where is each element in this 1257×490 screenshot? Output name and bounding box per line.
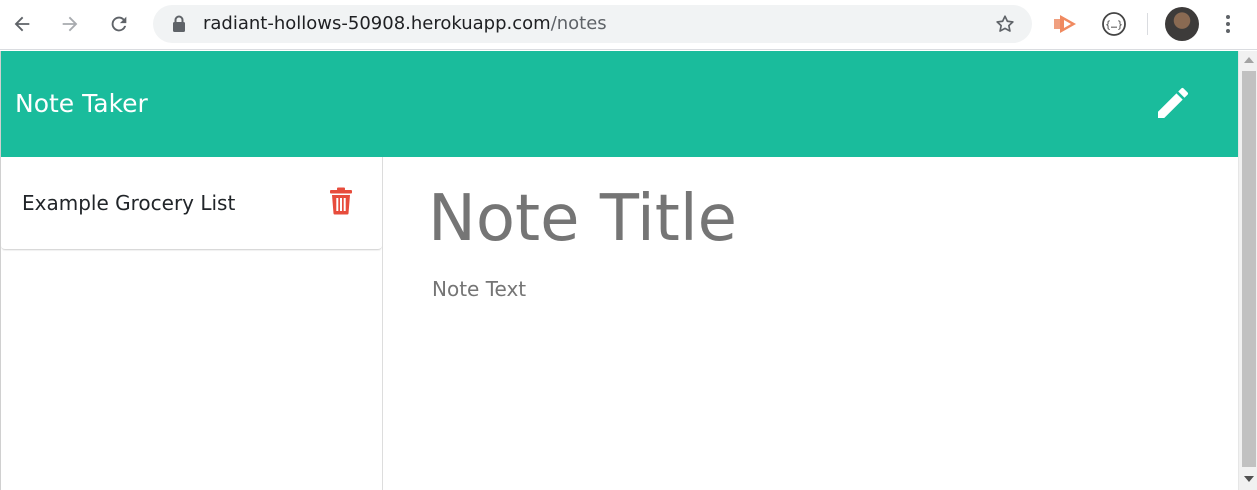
back-button[interactable]	[8, 10, 36, 38]
star-icon[interactable]	[994, 13, 1016, 35]
forward-button[interactable]	[56, 10, 84, 38]
scroll-down-arrow-icon[interactable]	[1244, 476, 1254, 482]
url-text[interactable]: radiant-hollows-50908.herokuapp.com/note…	[203, 14, 607, 34]
arrow-right-icon	[62, 16, 78, 32]
address-bar[interactable]: radiant-hollows-50908.herokuapp.com/note…	[153, 5, 1032, 43]
notes-sidebar: Example Grocery List	[1, 157, 383, 490]
page-scrollbar[interactable]	[1238, 51, 1257, 490]
svg-text:{…}: {…}	[1105, 20, 1123, 31]
note-editor	[384, 157, 1238, 490]
note-list-item[interactable]: Example Grocery List	[1, 157, 382, 250]
page-viewport: Note Taker Example Grocery List	[0, 51, 1257, 490]
profile-avatar[interactable]	[1165, 7, 1199, 41]
extension-play-icon	[1054, 15, 1076, 33]
pencil-icon	[1158, 87, 1189, 118]
delete-note-button[interactable]	[327, 185, 355, 217]
reload-icon	[111, 16, 127, 32]
note-item-title[interactable]: Example Grocery List	[22, 190, 235, 216]
extension-braces-icon: {…}	[1102, 12, 1126, 36]
reload-button[interactable]	[105, 10, 133, 38]
scroll-up-arrow-icon[interactable]	[1244, 57, 1254, 63]
arrow-left-icon	[14, 16, 30, 32]
trash-icon	[330, 187, 352, 215]
browser-menu-button[interactable]	[1216, 12, 1240, 36]
toolbar-divider	[1147, 13, 1148, 35]
app-title[interactable]: Note Taker	[15, 89, 148, 119]
browser-toolbar: radiant-hollows-50908.herokuapp.com/note…	[0, 0, 1257, 50]
scroll-thumb[interactable]	[1242, 71, 1256, 467]
new-note-button[interactable]	[1151, 81, 1195, 125]
url-path: /notes	[550, 13, 607, 34]
extension-play-button[interactable]	[1051, 10, 1079, 38]
kebab-menu-icon	[1226, 15, 1230, 33]
note-text-input[interactable]	[432, 277, 1192, 457]
app-header: Note Taker	[1, 51, 1238, 157]
lock-icon[interactable]	[171, 15, 187, 33]
url-host: radiant-hollows-50908.herokuapp.com	[203, 13, 551, 34]
extension-braces-button[interactable]: {…}	[1100, 10, 1128, 38]
note-title-input[interactable]	[428, 179, 1188, 259]
